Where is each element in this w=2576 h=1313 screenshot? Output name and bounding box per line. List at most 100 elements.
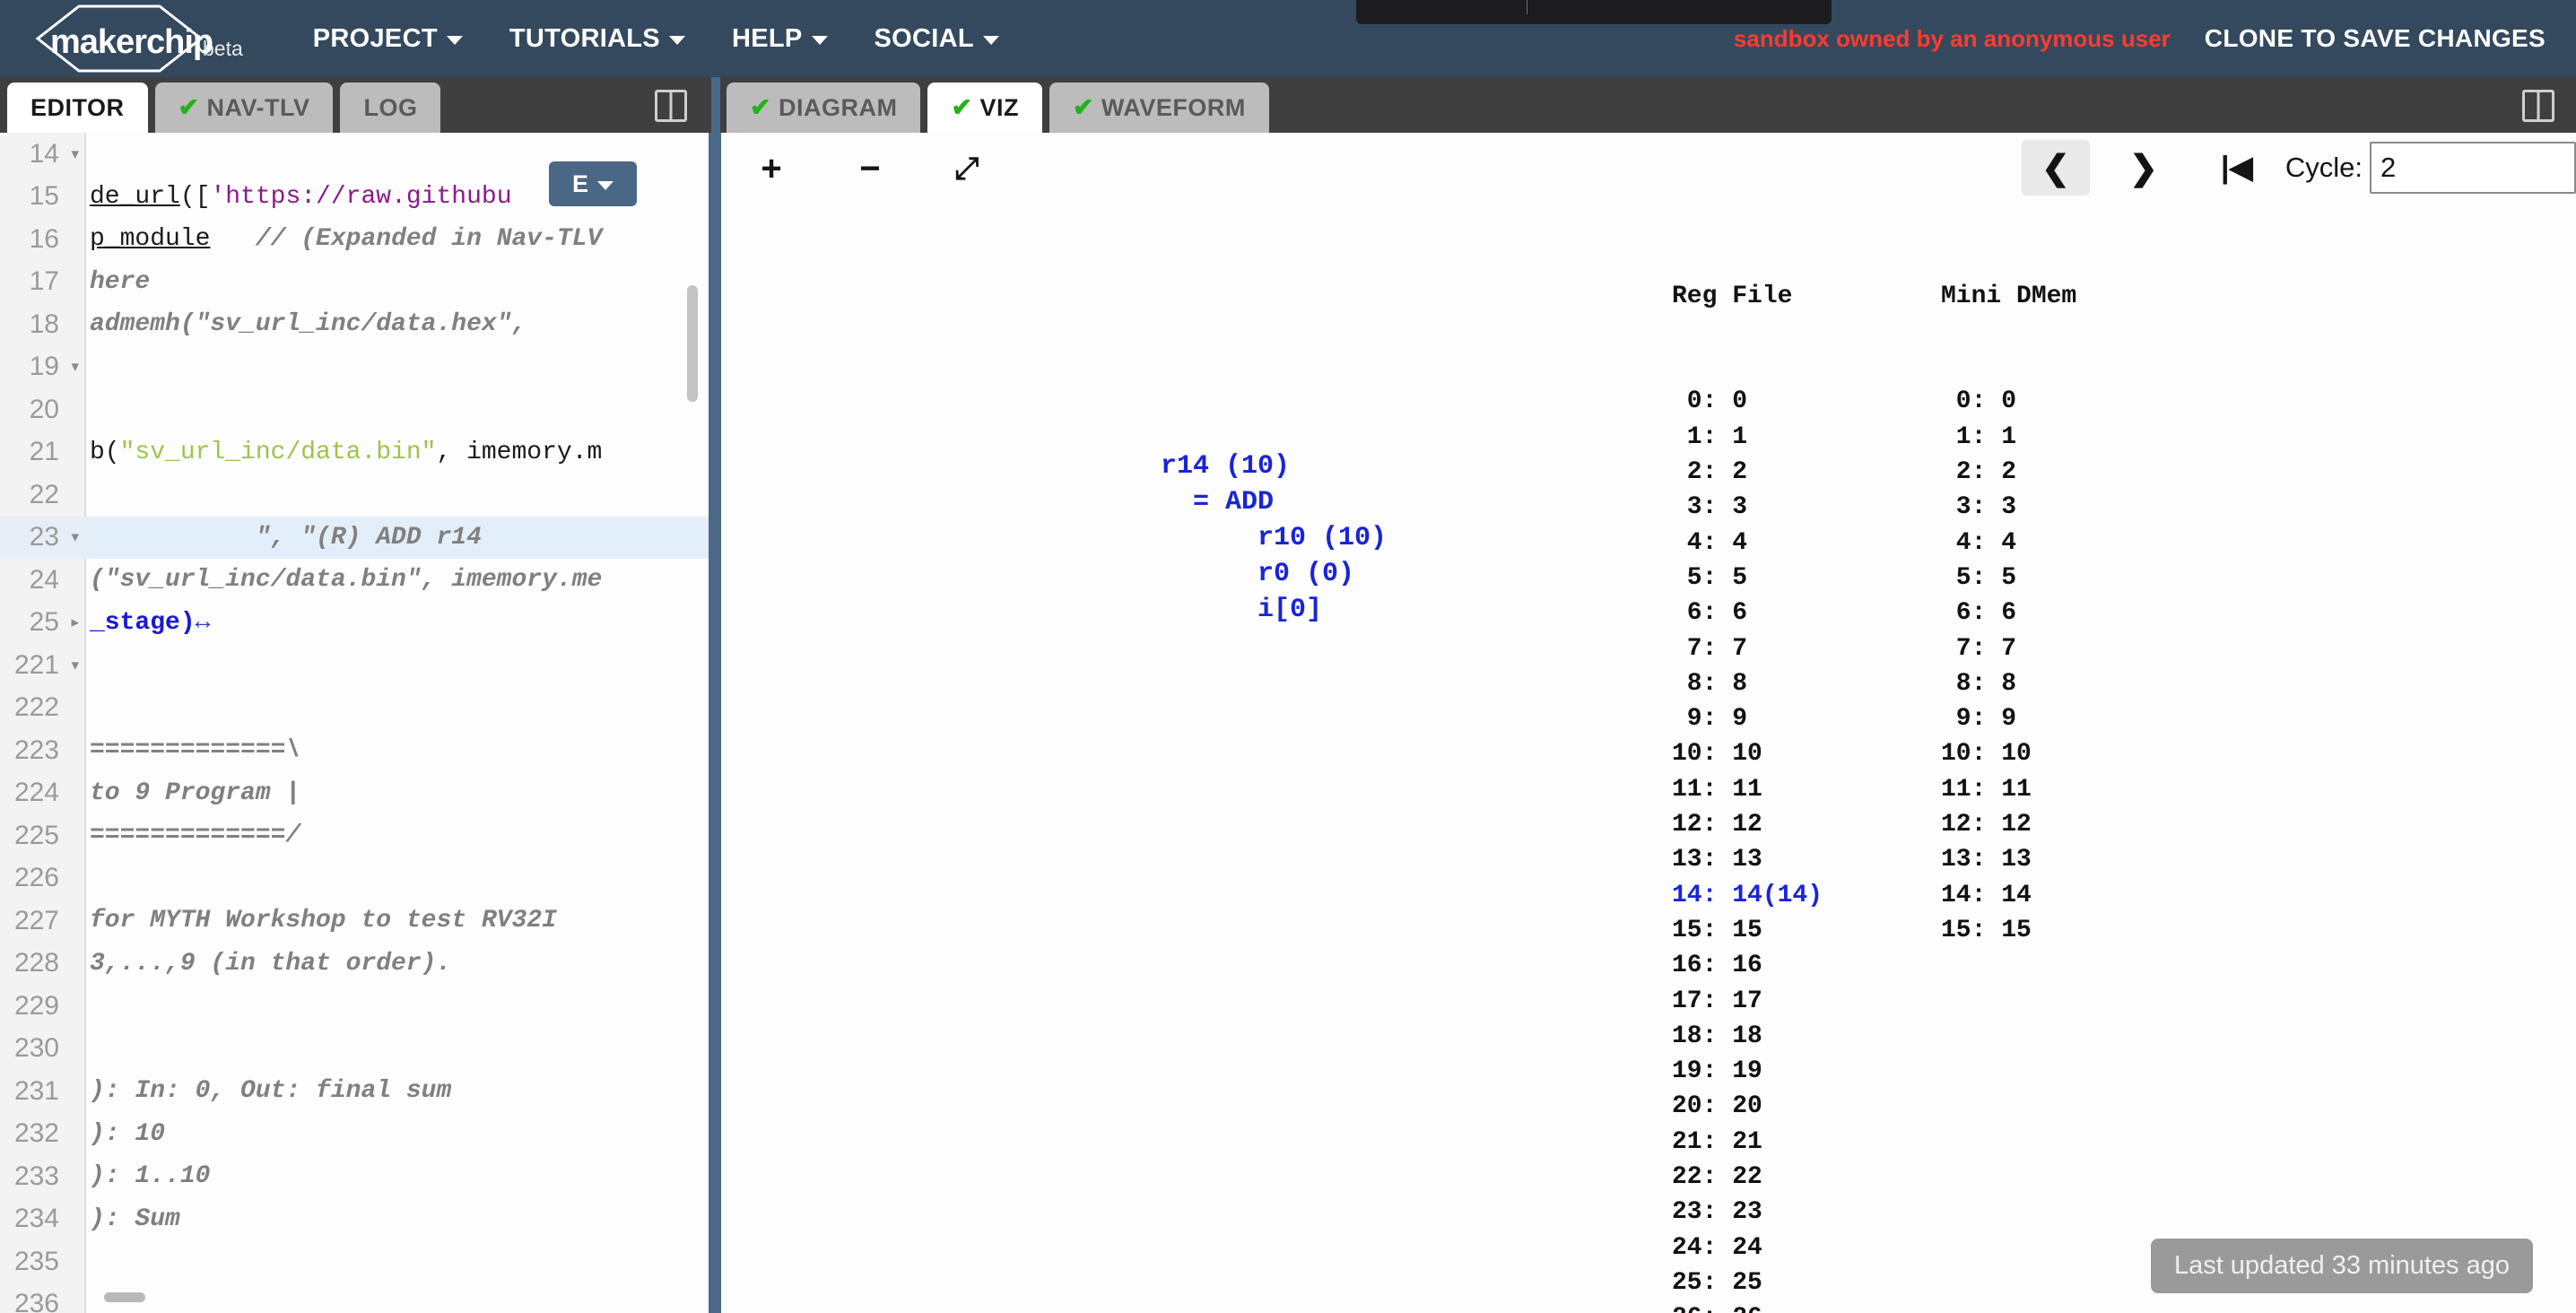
editor-line-content[interactable]: here	[86, 261, 709, 304]
zoom-out-button[interactable]: −	[845, 143, 895, 194]
editor-line[interactable]: 233): 1..10	[0, 1155, 709, 1198]
editor-line-content[interactable]	[86, 985, 709, 1028]
memory-row: 6: 6	[1672, 596, 1941, 630]
memory-row: 1: 1	[1672, 420, 1941, 455]
editor-line-content[interactable]: p_module // (Expanded in Nav-TLV	[86, 218, 709, 261]
editor-line-content[interactable]: _stage)↔	[86, 602, 709, 645]
editor-line-content[interactable]: ("sv_url_inc/data.bin", imemory.me	[86, 559, 709, 602]
tab-waveform[interactable]: ✔ WAVEFORM	[1049, 83, 1269, 133]
nav-menu-tutorials[interactable]: TUTORIALS	[486, 15, 709, 63]
memory-row: 25: 25	[1672, 1265, 1941, 1300]
editor-line-content[interactable]	[86, 687, 709, 730]
tab-diagram[interactable]: ✔ DIAGRAM	[727, 83, 920, 133]
nav-menu-social-label: SOCIAL	[875, 24, 974, 54]
memory-row: 7: 7	[1672, 631, 1941, 666]
editor-horizontal-scrollbar[interactable]	[86, 1290, 709, 1304]
editor-line[interactable]: 223=============\	[0, 729, 709, 772]
tab-nav-tlv[interactable]: ✔ NAV-TLV	[155, 83, 334, 133]
memory-row: 23: 23	[1672, 1195, 1941, 1230]
zoom-in-button[interactable]: +	[746, 143, 796, 194]
sandbox-owner-note: sandbox owned by an anonymous user	[1734, 25, 2171, 53]
editor-line[interactable]: 22	[0, 474, 709, 517]
editor-line[interactable]: 21b("sv_url_inc/data.bin", imemory.m	[0, 431, 709, 474]
nav-menu-help[interactable]: HELP	[709, 15, 851, 63]
editor-line-content[interactable]	[86, 474, 709, 517]
editor-line[interactable]: 227for MYTH Workshop to test RV32I	[0, 900, 709, 943]
editor-mode-dropdown[interactable]: E	[549, 161, 637, 206]
editor-line-content[interactable]: to 9 Program |	[86, 772, 709, 815]
editor-line[interactable]: 224to 9 Program |	[0, 772, 709, 815]
editor-line-number: 222	[0, 687, 86, 730]
editor-line-content[interactable]: ", "(R) ADD r14	[86, 517, 709, 560]
editor-line-content[interactable]: 3,...,9 (in that order).	[86, 943, 709, 986]
editor-line-content[interactable]: =============/	[86, 814, 709, 857]
editor-line[interactable]: 230	[0, 1028, 709, 1071]
memory-row: 3: 3	[1672, 490, 1941, 525]
editor-line-content[interactable]: ): In: 0, Out: final sum	[86, 1070, 709, 1113]
editor-line[interactable]: 234): Sum	[0, 1198, 709, 1241]
cycle-input[interactable]	[2370, 142, 2576, 194]
editor-line-content[interactable]: ): 1..10	[86, 1155, 709, 1198]
editor-line-content[interactable]: ): 10	[86, 1113, 709, 1156]
split-pane-right-icon[interactable]	[2522, 90, 2554, 122]
editor-line[interactable]: 229	[0, 985, 709, 1028]
nav-menu-list: PROJECT TUTORIALS HELP SOCIAL	[290, 15, 1023, 63]
editor-line[interactable]: 24("sv_url_inc/data.bin", imemory.me	[0, 559, 709, 602]
editor-line[interactable]: 18admemh("sv_url_inc/data.hex",	[0, 303, 709, 346]
editor-line-content[interactable]	[86, 857, 709, 900]
brand-logo[interactable]: makerchip beta	[34, 4, 243, 74]
tab-editor[interactable]: EDITOR	[7, 83, 148, 133]
editor-code-rows[interactable]: 14▾15de_url(['https://raw.githubu16p_mod…	[0, 133, 709, 1313]
tab-log[interactable]: LOG	[340, 83, 440, 133]
nav-menu-social[interactable]: SOCIAL	[851, 15, 1023, 63]
nav-menu-project[interactable]: PROJECT	[290, 15, 486, 63]
editor-line[interactable]: 2283,...,9 (in that order).	[0, 943, 709, 986]
cycle-controls: ❮ ❯ |◀ Cycle:	[2022, 140, 2576, 196]
editor-vertical-scrollbar[interactable]	[685, 187, 700, 1263]
editor-line[interactable]: 232): 10	[0, 1113, 709, 1156]
code-token: ): In: 0, Out: final sum	[90, 1077, 451, 1105]
tab-viz[interactable]: ✔ VIZ	[927, 83, 1041, 133]
editor-line[interactable]: 235	[0, 1240, 709, 1283]
editor-line-content[interactable]: ): Sum	[86, 1198, 709, 1241]
editor-line[interactable]: 19▾	[0, 346, 709, 389]
editor-line-content[interactable]: admemh("sv_url_inc/data.hex",	[86, 303, 709, 346]
editor-line-content[interactable]	[86, 1028, 709, 1071]
editor-line[interactable]: 226	[0, 857, 709, 900]
editor-line-number: 227	[0, 900, 86, 943]
clone-to-save-button[interactable]: CLONE TO SAVE CHANGES	[2205, 24, 2546, 53]
viz-canvas[interactable]: r14 (10) = ADD r10 (10) r0 (0) i[0] Reg …	[721, 208, 2576, 1313]
reg-file-rows: 0: 0 1: 1 2: 2 3: 3 4: 4 5: 5 6: 6 7: 7 …	[1672, 384, 1941, 1313]
memory-row: 18: 18	[1672, 1019, 1941, 1054]
editor-line-content[interactable]: for MYTH Workshop to test RV32I	[86, 900, 709, 943]
editor-line[interactable]: 225=============/	[0, 814, 709, 857]
zoom-fit-icon[interactable]: ⤢	[942, 143, 992, 194]
editor-line[interactable]: 17here	[0, 261, 709, 304]
editor-line[interactable]: 20	[0, 388, 709, 431]
first-cycle-button[interactable]: |◀	[2203, 140, 2271, 196]
next-cycle-button[interactable]: ❯	[2110, 140, 2178, 196]
editor-line[interactable]: 25▸_stage)↔	[0, 602, 709, 645]
editor-line[interactable]: 23▾ ", "(R) ADD r14	[0, 517, 709, 560]
editor-line[interactable]: 231): In: 0, Out: final sum	[0, 1070, 709, 1113]
editor-line[interactable]: 221▾	[0, 644, 709, 687]
code-token: ): 1..10	[90, 1162, 210, 1190]
editor-line-content[interactable]	[86, 346, 709, 389]
code-token: b(	[90, 439, 120, 466]
editor-hscroll-thumb[interactable]	[104, 1292, 145, 1302]
editor-line-content[interactable]	[86, 1240, 709, 1283]
editor-line-content[interactable]: =============\	[86, 729, 709, 772]
editor-line-content[interactable]	[86, 644, 709, 687]
memory-row: 5: 5	[1672, 561, 1941, 596]
memory-row: 26: 26	[1672, 1300, 1941, 1313]
editor-line[interactable]: 16p_module // (Expanded in Nav-TLV	[0, 218, 709, 261]
code-token: to 9 Program |	[90, 779, 300, 807]
pane-splitter[interactable]	[709, 133, 721, 1313]
split-pane-left-icon[interactable]	[655, 90, 687, 122]
editor-vscroll-thumb[interactable]	[687, 285, 698, 402]
editor-line-content[interactable]: b("sv_url_inc/data.bin", imemory.m	[86, 431, 709, 474]
editor-line[interactable]: 222	[0, 687, 709, 730]
editor-line-content[interactable]	[86, 388, 709, 431]
prev-cycle-button[interactable]: ❮	[2022, 140, 2090, 196]
memory-row: 0: 0	[1941, 384, 2210, 419]
